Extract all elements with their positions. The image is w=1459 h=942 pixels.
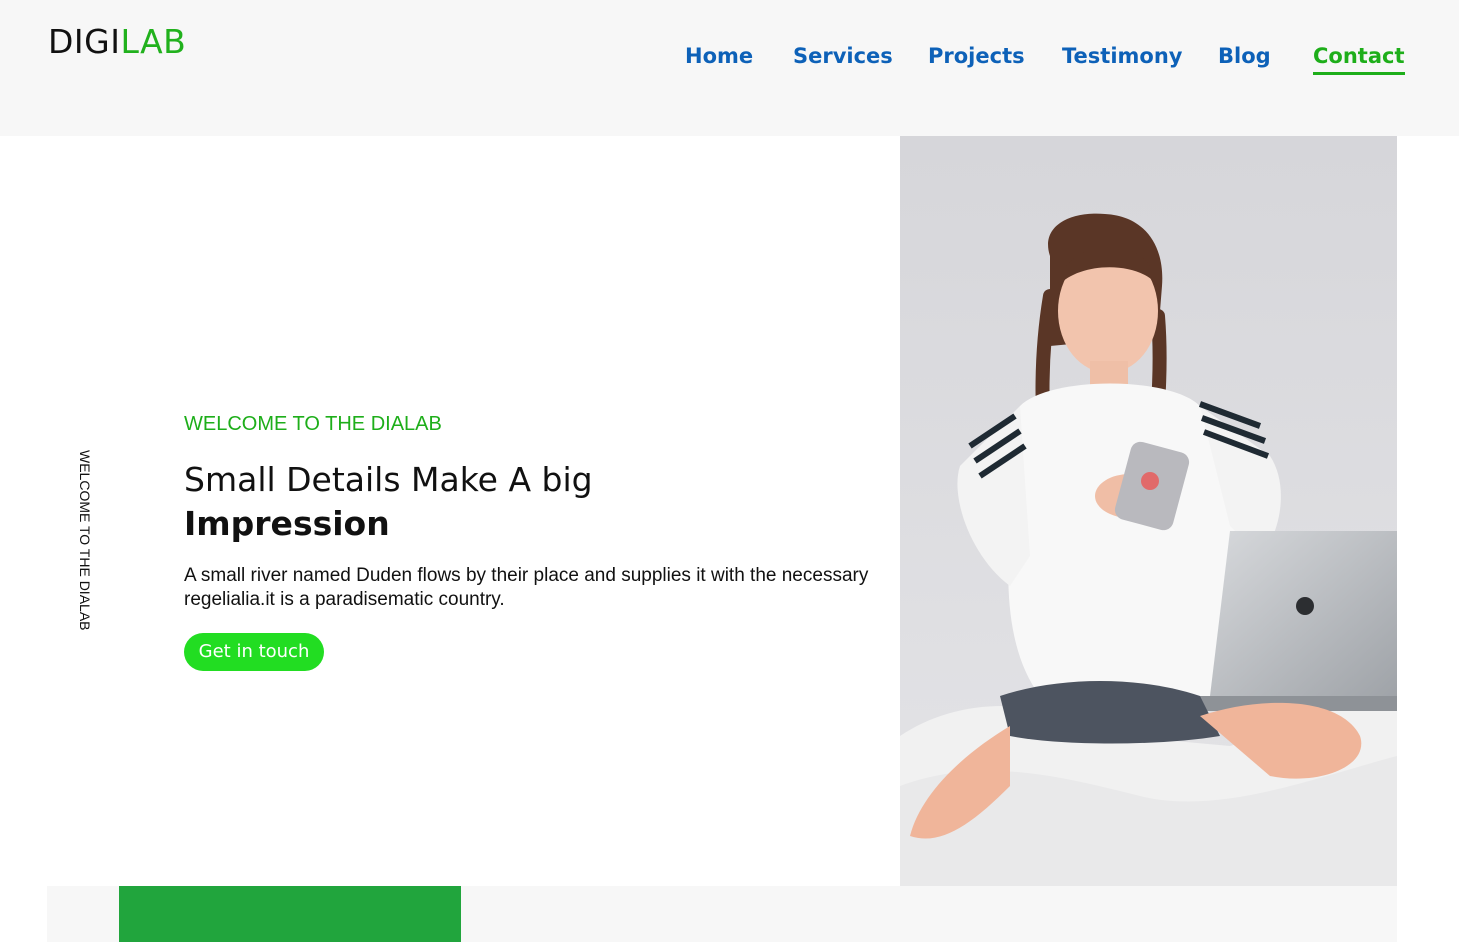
nav-projects[interactable]: Projects (928, 40, 1025, 72)
hero-photo (900, 136, 1397, 886)
hero-headline: Small Details Make A big Impression (184, 458, 824, 546)
hero-description: A small river named Duden flows by their… (184, 565, 869, 610)
nav-home[interactable]: Home (685, 40, 753, 72)
nav-contact[interactable]: Contact (1313, 40, 1405, 75)
get-in-touch-button[interactable]: Get in touch (184, 633, 324, 671)
nav-services[interactable]: Services (793, 40, 893, 72)
nav-testimony[interactable]: Testimony (1062, 40, 1182, 72)
vertical-side-label: WELCOME TO THE DIALAB (77, 450, 93, 631)
nav-blog[interactable]: Blog (1218, 40, 1271, 72)
top-navigation-bar: DIGILAB Home Services Projects Testimony… (0, 0, 1459, 136)
hero-eyebrow: WELCOME TO THE DIALAB (184, 413, 442, 435)
hero-headline-line2: Impression (184, 504, 390, 543)
main-nav: Home Services Projects Testimony Blog Co… (0, 40, 1459, 75)
woman-with-phone-and-laptop-photo-icon (900, 136, 1397, 886)
bottom-green-block (119, 886, 461, 942)
hero-headline-line1: Small Details Make A big (184, 460, 593, 499)
